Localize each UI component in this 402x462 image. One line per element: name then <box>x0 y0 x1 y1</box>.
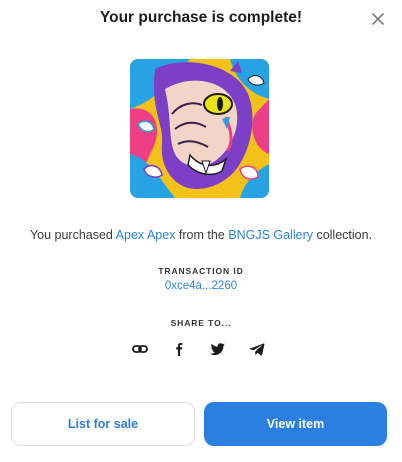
link-icon <box>132 345 148 353</box>
share-buttons <box>0 339 402 359</box>
purchase-complete-modal: Your purchase is complete! You purchased… <box>0 0 402 462</box>
nft-artwork-image <box>130 59 269 198</box>
telegram-icon <box>249 343 265 356</box>
facebook-icon <box>176 343 183 356</box>
nft-artwork <box>130 59 269 198</box>
transaction-id-label: TRANSACTION ID <box>158 266 244 276</box>
share-telegram-button[interactable] <box>247 339 267 359</box>
close-button[interactable] <box>369 10 387 28</box>
collection-name-link[interactable]: BNGJS Gallery <box>228 228 313 242</box>
purchase-prefix: You purchased <box>29 228 116 242</box>
purchase-summary: You purchased Apex Apex from the BNGJS G… <box>0 228 402 242</box>
view-item-button[interactable]: View item <box>204 402 387 446</box>
share-label: SHARE TO... <box>170 318 232 328</box>
share-facebook-button[interactable] <box>169 339 189 359</box>
purchase-suffix: collection. <box>312 228 373 242</box>
transaction-id-row: 0xce4a...2260 <box>0 280 402 292</box>
modal-title: Your purchase is complete! <box>99 9 303 26</box>
purchase-middle: from the <box>175 228 229 242</box>
transaction-id-link[interactable]: 0xce4a...2260 <box>165 280 237 292</box>
item-name-link[interactable]: Apex Apex <box>116 228 176 242</box>
twitter-icon <box>210 343 225 356</box>
share-twitter-button[interactable] <box>208 339 228 359</box>
close-icon <box>372 13 384 25</box>
share-copy-link-button[interactable] <box>130 339 150 359</box>
list-for-sale-button[interactable]: List for sale <box>11 402 195 446</box>
